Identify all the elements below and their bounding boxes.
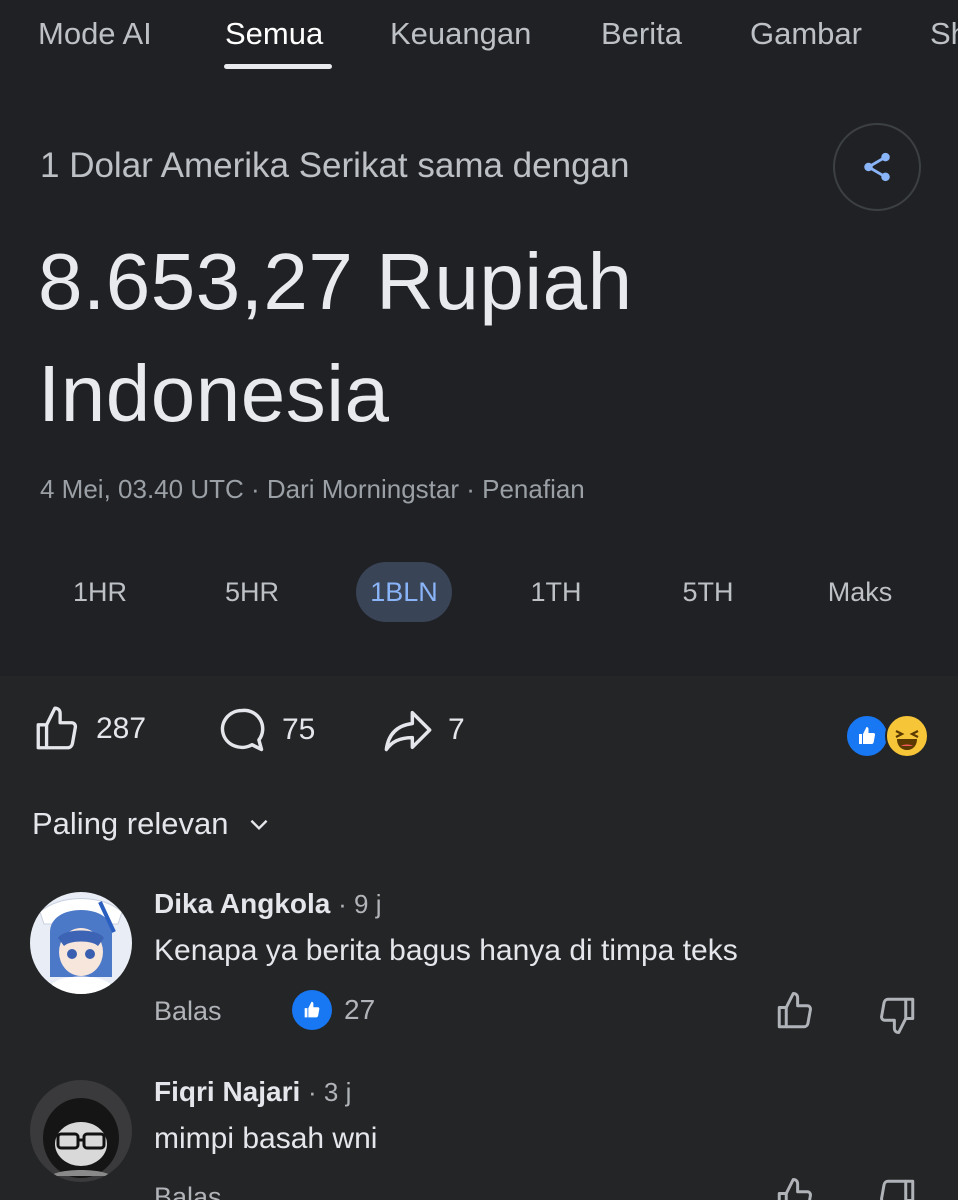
sort-label: Paling relevan xyxy=(32,806,229,841)
thumbs-up-icon[interactable] xyxy=(774,1176,816,1200)
thumbs-up-icon[interactable] xyxy=(774,990,816,1032)
haha-reaction-icon xyxy=(885,714,929,758)
tab-mode-ai[interactable]: Mode AI xyxy=(38,16,152,52)
thumbs-down-icon[interactable] xyxy=(876,1176,918,1200)
thumbs-down-icon[interactable] xyxy=(876,994,918,1036)
search-tabs: Mode AI Semua Keuangan Berita Gambar Sh xyxy=(0,0,958,75)
like-icon xyxy=(36,706,78,750)
reply-button[interactable]: Balas xyxy=(154,1182,222,1200)
author-name: Fiqri Najari xyxy=(154,1076,301,1107)
share-button[interactable] xyxy=(833,123,921,211)
share-count: 7 xyxy=(448,713,465,746)
tab-berita[interactable]: Berita xyxy=(601,16,682,52)
comment-like-count: 27 xyxy=(344,994,376,1025)
chevron-down-icon xyxy=(251,819,268,831)
comment-text: mimpi basah wni xyxy=(154,1122,378,1155)
tab-more[interactable]: Sh xyxy=(930,16,958,52)
comment-time: · 3 j xyxy=(308,1077,352,1107)
comment-reactions[interactable]: 27 xyxy=(292,990,375,1030)
share-post-button[interactable]: 7 xyxy=(382,704,465,756)
author-name: Dika Angkola xyxy=(154,888,331,919)
reaction-summary[interactable] xyxy=(845,714,931,758)
range-1bln[interactable]: 1BLN xyxy=(356,562,452,622)
comment-author[interactable]: Fiqri Najari · 3 j xyxy=(154,1076,351,1108)
post-engagement: 287 75 7 Paling relevan Dika Angkola · 9… xyxy=(0,676,958,1200)
like-count: 287 xyxy=(96,712,147,745)
tab-semua[interactable]: Semua xyxy=(225,16,323,52)
reply-button[interactable]: Balas xyxy=(154,996,222,1027)
tab-keuangan[interactable]: Keuangan xyxy=(390,16,531,52)
range-selector: 1HR 5HR 1BLN 1TH 5TH Maks xyxy=(0,562,958,622)
comment-sort-dropdown[interactable]: Paling relevan xyxy=(32,806,272,842)
like-reaction-icon xyxy=(845,714,889,758)
comment-icon xyxy=(220,708,265,752)
comment-count: 75 xyxy=(282,713,316,746)
converted-value: 8.653,27 Rupiah Indonesia xyxy=(38,237,633,438)
avatar[interactable] xyxy=(30,892,132,994)
range-1hr[interactable]: 1HR xyxy=(52,562,148,622)
avatar[interactable] xyxy=(30,1080,132,1182)
range-5hr[interactable]: 5HR xyxy=(204,562,300,622)
comment-time: · 9 j xyxy=(338,889,382,919)
active-tab-indicator xyxy=(224,64,332,69)
share-icon xyxy=(864,152,890,182)
range-maks[interactable]: Maks xyxy=(810,562,910,622)
range-5th[interactable]: 5TH xyxy=(660,562,756,622)
range-1th[interactable]: 1TH xyxy=(508,562,604,622)
tab-gambar[interactable]: Gambar xyxy=(750,16,862,52)
rate-meta: 4 Mei, 03.40 UTC · Dari Morningstar · Pe… xyxy=(40,474,585,504)
like-button[interactable]: 287 xyxy=(32,704,146,754)
share-arrow-icon xyxy=(384,710,432,752)
comment-button[interactable]: 75 xyxy=(216,704,315,756)
conversion-label: 1 Dolar Amerika Serikat sama dengan xyxy=(40,146,630,185)
like-reaction-icon xyxy=(292,990,332,1030)
comment-author[interactable]: Dika Angkola · 9 j xyxy=(154,888,381,920)
currency-panel: Mode AI Semua Keuangan Berita Gambar Sh … xyxy=(0,0,958,676)
comment-text: Kenapa ya berita bagus hanya di timpa te… xyxy=(154,934,738,967)
